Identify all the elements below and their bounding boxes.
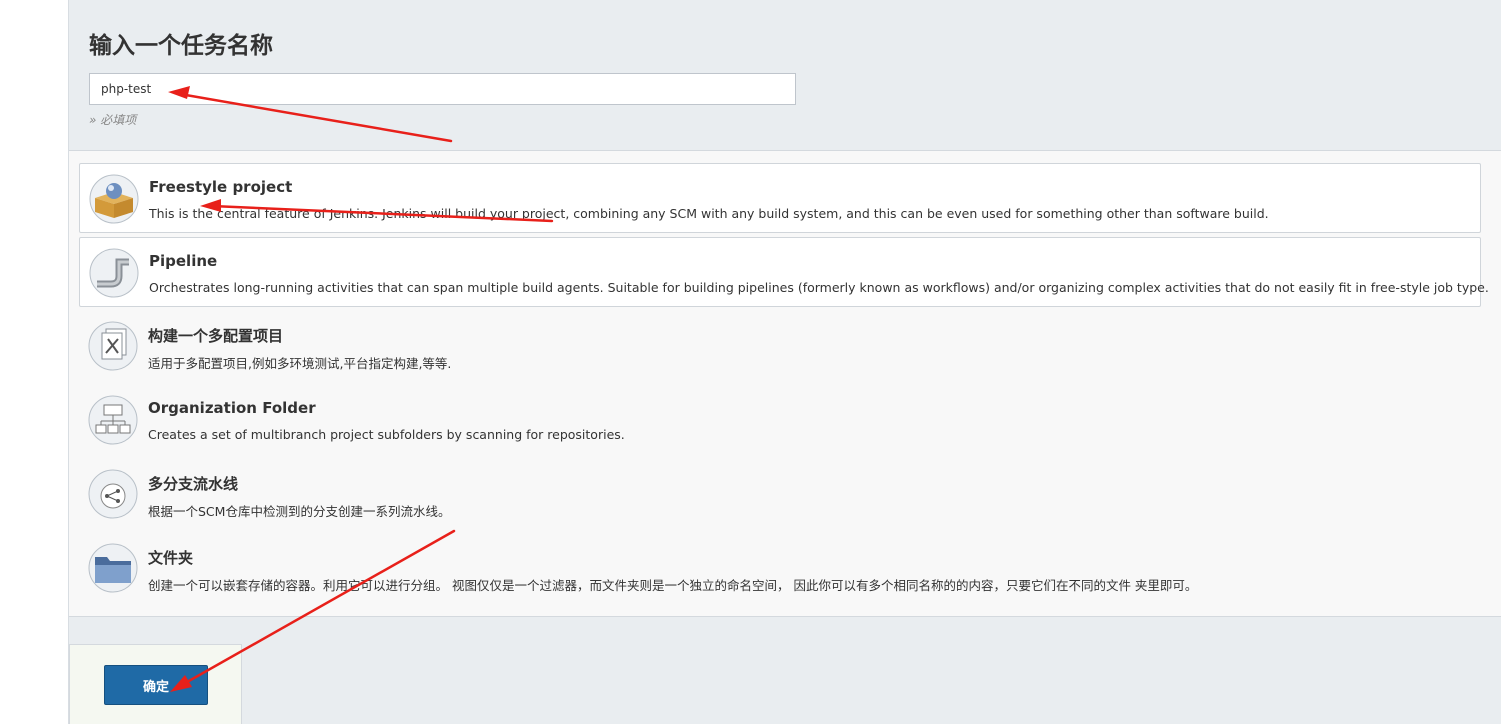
- job-description: Creates a set of multibranch project sub…: [148, 427, 625, 442]
- job-title: Pipeline: [149, 252, 218, 270]
- job-type-list: Freestyle project This is the central fe…: [69, 151, 1501, 617]
- organization-folder-icon: [88, 395, 138, 445]
- job-type-organization-folder[interactable]: Organization Folder Creates a set of mul…: [79, 385, 1481, 455]
- ok-button[interactable]: 确定: [104, 665, 208, 705]
- job-title: Freestyle project: [149, 178, 293, 196]
- multi-config-icon: [88, 321, 138, 371]
- footer-bar: 确定: [69, 617, 1501, 724]
- multibranch-pipeline-icon: [88, 469, 138, 519]
- page-title: 输入一个任务名称: [89, 33, 273, 59]
- job-title: 文件夹: [148, 549, 194, 567]
- job-type-multi-config[interactable]: 构建一个多配置项目 适用于多配置项目,例如多环境测试,平台指定构建,等等.: [79, 311, 1481, 381]
- left-sidebar-strip: [0, 0, 69, 724]
- job-title: Organization Folder: [148, 399, 316, 417]
- job-type-multibranch-pipeline[interactable]: 多分支流水线 根据一个SCM仓库中检测到的分支创建一系列流水线。: [79, 459, 1481, 529]
- job-description: 适用于多配置项目,例如多环境测试,平台指定构建,等等.: [148, 356, 452, 371]
- job-type-folder[interactable]: 文件夹 创建一个可以嵌套存储的容器。利用它可以进行分组。 视图仅仅是一个过滤器，…: [79, 533, 1481, 603]
- job-type-freestyle[interactable]: Freestyle project This is the central fe…: [79, 163, 1481, 233]
- job-description: Orchestrates long-running activities tha…: [149, 280, 1489, 295]
- job-type-pipeline[interactable]: Pipeline Orchestrates long-running activ…: [79, 237, 1489, 307]
- pipeline-icon: [89, 248, 139, 298]
- job-title: 多分支流水线: [148, 475, 239, 493]
- job-description: 创建一个可以嵌套存储的容器。利用它可以进行分组。 视图仅仅是一个过滤器，而文件夹…: [148, 578, 1198, 593]
- job-description: 根据一个SCM仓库中检测到的分支创建一系列流水线。: [148, 504, 451, 519]
- job-description: This is the central feature of Jenkins. …: [149, 206, 1269, 221]
- item-name-section: 输入一个任务名称 » 必填项: [69, 0, 1501, 151]
- freestyle-box-icon: [89, 174, 139, 224]
- button-panel: 确定: [69, 644, 242, 724]
- folder-icon: [88, 543, 138, 593]
- required-hint: » 必填项: [89, 113, 137, 127]
- item-name-input[interactable]: [89, 73, 796, 105]
- job-title: 构建一个多配置项目: [148, 327, 284, 345]
